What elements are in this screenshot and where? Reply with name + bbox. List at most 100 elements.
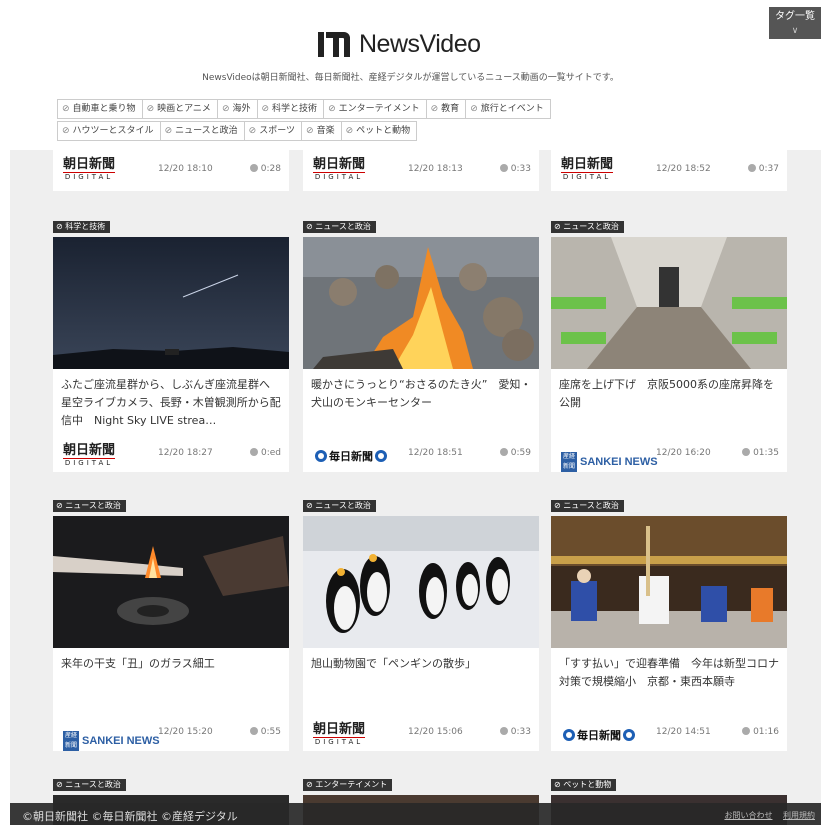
category-label[interactable]: ⊘ ニュースと政治 (303, 221, 376, 233)
tag-chip[interactable]: ⊘ 音楽 (301, 121, 342, 141)
tag-chip[interactable]: ⊘ スポーツ (243, 121, 303, 141)
video-thumbnail[interactable] (303, 516, 539, 648)
tag-chip[interactable]: ⊘ 自動車と乗り物 (57, 99, 143, 119)
tag-chip[interactable]: ⊘ エンターテイメント (323, 99, 427, 119)
tag-chip[interactable]: ⊘ ニュースと政治 (159, 121, 245, 141)
mainichi-logo: 毎日新聞 (313, 447, 389, 466)
tag-icon: ⊘ (62, 104, 70, 114)
video-title[interactable]: 暖かさにうっとり“おさるのたき火” 愛知・犬山のモンキーセンター (311, 376, 533, 412)
asahi-logo: 朝日新聞 DIGITAL (313, 722, 366, 746)
site-tagline: NewsVideoは朝日新聞社、毎日新聞社、産経デジタルが運営しているニュース動… (202, 73, 619, 83)
tag-chip[interactable]: ⊘ ペットと動物 (340, 121, 418, 141)
tag-label: 自動車と乗り物 (72, 104, 136, 114)
site-name: NewsVideo (359, 29, 481, 58)
card-footer: 朝日新聞 DIGITAL 12/20 18:27 0:ed (53, 434, 289, 472)
card-footer: 産経 新聞 SANKEI NEWS 12/20 16:20 01:35 (551, 434, 787, 472)
clock-icon (249, 448, 258, 456)
video-card[interactable]: ⊘ ニュースと政治 (303, 500, 539, 751)
tag-icon: ⊘ (430, 104, 439, 114)
copyright: ©朝日新聞社 ©毎日新聞社 ©産経デジタル (22, 810, 238, 823)
tag-label: 教育 (441, 104, 460, 114)
category-label[interactable]: ⊘ ペットと動物 (551, 779, 617, 791)
contact-link[interactable]: お問い合わせ (724, 811, 772, 820)
clock-icon (742, 727, 751, 735)
video-card[interactable]: 朝日新聞 DIGITAL 12/20 18:13 0:33 (303, 150, 539, 191)
tag-label: ニュースと政治 (175, 126, 238, 136)
category-label[interactable]: ⊘ ニュースと政治 (53, 779, 126, 791)
tag-chip[interactable]: ⊘ ハウツーとスタイル (57, 121, 161, 141)
clock-icon (499, 727, 508, 735)
site-header: タグ一覧 ∨ NewsVideo NewsVideoは朝日新聞社、毎日新聞社、産… (0, 0, 821, 150)
video-title[interactable]: 「すす払い」で迎春準備 今年は新型コロナ対策で規模縮小 京都・東西本願寺 (559, 655, 781, 691)
clock-icon (249, 727, 258, 735)
video-thumbnail[interactable] (303, 237, 539, 369)
tag-chip[interactable]: ⊘ 海外 (216, 99, 258, 119)
video-thumbnail[interactable] (53, 516, 289, 648)
video-title[interactable]: 旭山動物園で「ペンギンの散歩」 (311, 655, 533, 673)
video-card[interactable]: ⊘ ニュースと政治 暖かさにうっとり“おさるのたき火” 愛知・犬山のモンキーセン… (303, 221, 539, 472)
category-label[interactable]: ⊘ ニュースと政治 (551, 221, 624, 233)
category-label[interactable]: ⊘ ニュースと政治 (303, 500, 376, 512)
tag-label: 音楽 (316, 126, 335, 136)
video-thumbnail[interactable] (551, 237, 787, 369)
tag-chip[interactable]: ⊘ 映画とアニメ (141, 99, 218, 119)
publish-time: 12/20 18:10 (158, 164, 213, 174)
tag-label: ペットと動物 (356, 126, 411, 136)
tag-row: ⊘ ハウツーとスタイル ⊘ ニュースと政治 ⊘ スポーツ ⊘ 音楽 ⊘ ペットと動物 (57, 121, 677, 142)
category-label[interactable]: ⊘ ニュースと政治 (551, 500, 624, 512)
clock-icon (747, 164, 756, 172)
publish-time: 12/20 18:27 (158, 448, 213, 458)
duration: 0:37 (747, 164, 779, 174)
tag-chip[interactable]: ⊘ 教育 (425, 99, 467, 119)
duration: 0:59 (499, 448, 531, 458)
tag-icon: ⊘ (261, 104, 270, 114)
asahi-logo: 朝日新聞 DIGITAL (63, 443, 116, 467)
publish-time: 12/20 15:06 (408, 727, 463, 737)
video-title[interactable]: 来年の干支「丑」のガラス細工 (61, 655, 283, 673)
tag-icon: ⊘ (345, 126, 354, 136)
video-card[interactable]: ⊘ ニュースと政治 座席を上げ下げ 京阪5000系の座席昇降を公開 産経 新聞 S… (551, 221, 787, 472)
sankei-logo: 産経 新聞 SANKEI NEWS (561, 452, 658, 472)
card-footer: 産経 新聞 SANKEI NEWS 12/20 15:20 0:55 (53, 713, 289, 751)
video-title[interactable]: ふたご座流星群から、しぶんぎ座流星群へ 星空ライブカメラ、長野・木曽観測所から配… (61, 376, 283, 430)
footer-links: お問い合わせ 利用規約 (716, 810, 815, 821)
video-card[interactable]: 朝日新聞 DIGITAL 12/20 18:10 0:28 (53, 150, 289, 191)
site-logo[interactable]: NewsVideo (317, 29, 481, 59)
video-card[interactable]: 朝日新聞 DIGITAL 12/20 18:52 0:37 (551, 150, 787, 191)
video-card[interactable]: ⊘ ニュースと政治 来年の干支「丑」のガラス細工 産経 新聞 SANKEI NEW… (53, 500, 289, 751)
duration: 01:35 (742, 448, 779, 458)
card-footer: 朝日新聞 DIGITAL 12/20 18:13 0:33 (303, 150, 539, 191)
mainichi-logo: 毎日新聞 (561, 726, 637, 745)
tag-chip[interactable]: ⊘ 旅行とイベント (465, 99, 551, 119)
video-thumbnail[interactable] (53, 237, 289, 369)
tag-icon: ⊘ (221, 104, 230, 114)
tag-icon: ⊘ (470, 104, 478, 114)
video-card[interactable]: ⊘ ニュースと政治 「すす払い」で迎春準備 今年は新型コロナ対策で規模縮小 京都… (551, 500, 787, 751)
video-grid: 朝日新聞 DIGITAL 12/20 18:10 0:28 朝日新聞 DIGITAL… (10, 150, 821, 825)
tag-row: ⊘ 自動車と乗り物 ⊘ 映画とアニメ ⊘ 海外 ⊘ 科学と技術 ⊘ エンターテイメント ⊘ 教育 ⊘ 旅行… (57, 99, 677, 120)
tag-list-button[interactable]: タグ一覧 ∨ (769, 7, 821, 39)
sankei-logo: 産経 新聞 SANKEI NEWS (63, 731, 160, 751)
tag-filter: ⊘ 自動車と乗り物 ⊘ 映画とアニメ ⊘ 海外 ⊘ 科学と技術 ⊘ エンターテイメント ⊘ 教育 ⊘ 旅行… (57, 99, 677, 143)
card-footer: 毎日新聞 12/20 14:51 01:16 (551, 713, 787, 751)
clock-icon (499, 448, 508, 456)
site-footer: ©朝日新聞社 ©毎日新聞社 ©産経デジタル お問い合わせ 利用規約 (10, 803, 821, 825)
duration: 0:55 (249, 727, 281, 737)
tag-icon: ⊘ (328, 104, 336, 114)
publish-time: 12/20 16:20 (656, 448, 711, 458)
category-label[interactable]: ⊘ 科学と技術 (53, 221, 111, 233)
tag-icon: ⊘ (146, 104, 155, 114)
tag-list-label: タグ一覧 (775, 11, 815, 22)
category-label[interactable]: ⊘ エンターテイメント (303, 779, 393, 791)
duration: 0:ed (249, 448, 281, 458)
video-thumbnail[interactable] (551, 516, 787, 648)
tag-label: スポーツ (259, 126, 296, 136)
video-title[interactable]: 座席を上げ下げ 京阪5000系の座席昇降を公開 (559, 376, 781, 412)
card-footer: 朝日新聞 DIGITAL 12/20 15:06 0:33 (303, 713, 539, 751)
terms-link[interactable]: 利用規約 (783, 811, 815, 820)
tag-chip[interactable]: ⊘ 科学と技術 (256, 99, 325, 119)
video-card[interactable]: ⊘ 科学と技術 ふたご座流星群から、しぶんぎ座流星群へ 星空ライブカメラ、長野・… (53, 221, 289, 472)
card-footer: 朝日新聞 DIGITAL 12/20 18:52 0:37 (551, 150, 787, 191)
category-label[interactable]: ⊘ ニュースと政治 (53, 500, 126, 512)
publish-time: 12/20 15:20 (158, 727, 213, 737)
